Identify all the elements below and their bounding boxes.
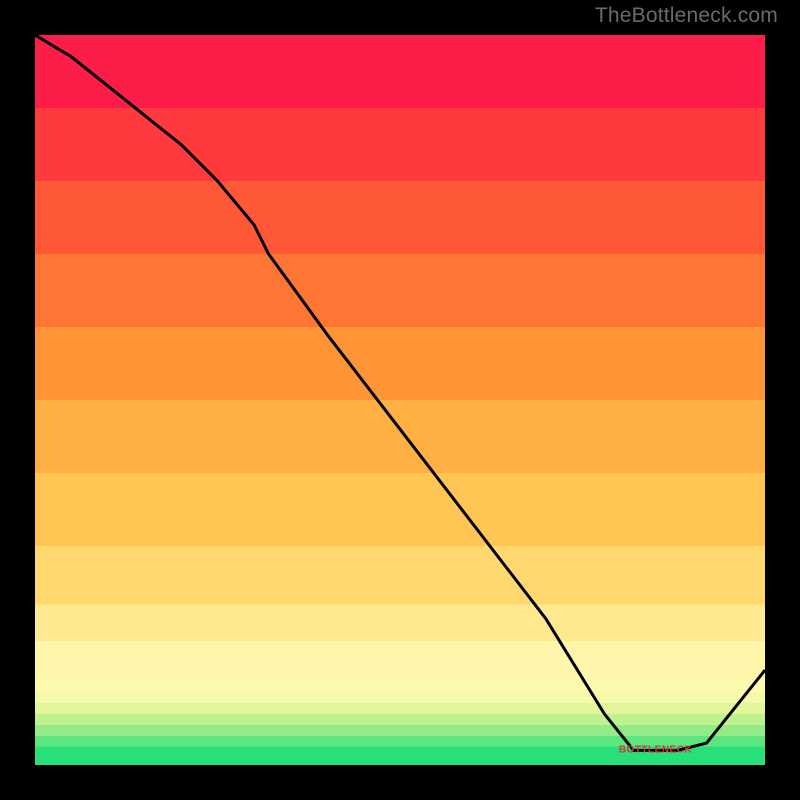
chart-container: TheBottleneck.com BOTTLENECK	[0, 0, 800, 800]
attribution-text: TheBottleneck.com	[595, 4, 778, 28]
chart-overlay	[35, 35, 765, 765]
series-line	[35, 35, 765, 750]
plot-area: BOTTLENECK	[35, 35, 765, 765]
bottleneck-marker-label: BOTTLENECK	[619, 745, 692, 756]
